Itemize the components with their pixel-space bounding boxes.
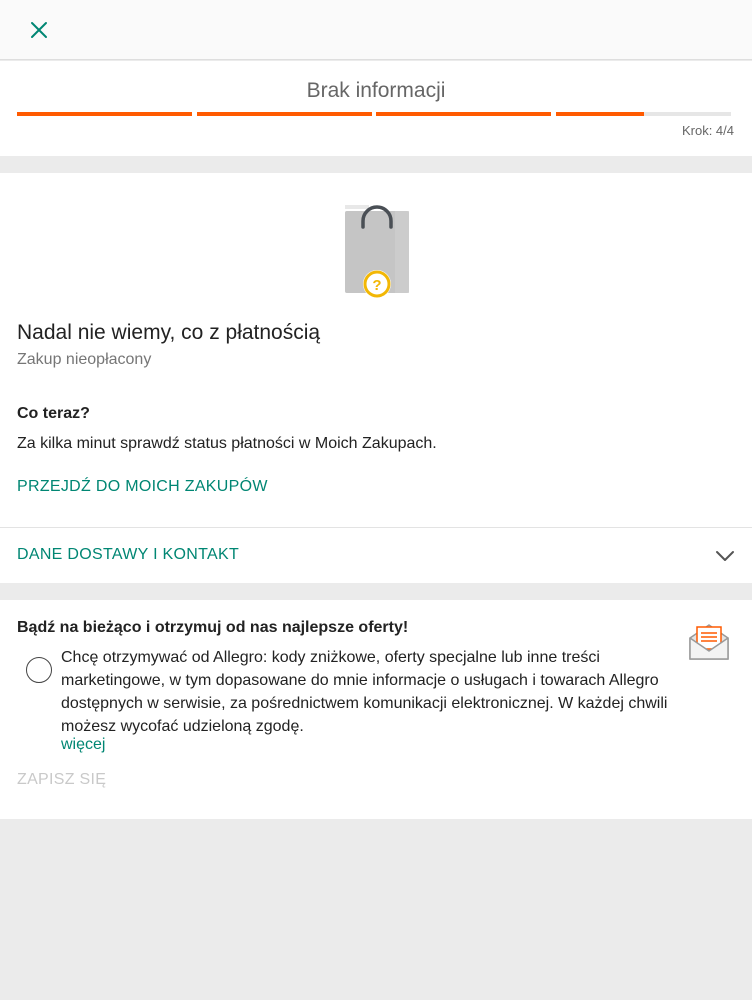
top-bar [0,0,752,60]
progress-bar-3 [376,112,551,116]
step-indicator: Krok: 4/4 [681,123,734,138]
status-title: Nadal nie wiemy, co z płatnością [17,321,321,344]
delivery-contact-label: DANE DOSTAWY I KONTAKT [17,546,240,563]
consent-text: Chcę otrzymywać od Allegro: kody zniżkow… [61,649,668,735]
consent-more-link[interactable]: więcej [61,736,105,754]
delivery-contact-toggle[interactable]: DANE DOSTAWY I KONTAKT [0,528,752,583]
shopping-bag-question-icon: ? [345,205,409,298]
close-icon [31,22,47,38]
progress-title: Brak informacji [306,79,446,102]
close-button[interactable] [22,14,56,46]
progress-section: Brak informacji Krok: 4/4 [0,61,752,156]
svg-text:?: ? [372,277,381,294]
next-steps-heading: Co teraz? [17,405,90,422]
payment-status-card: ? Nadal nie wiemy, co z płatnością Zakup… [0,173,752,583]
chevron-down-icon [716,551,734,561]
progress-bar-2 [197,112,372,116]
newsletter-card: Bądź na bieżąco i otrzymuj od nas najlep… [0,600,752,819]
progress-bar-4 [556,112,731,116]
subscribe-button[interactable]: ZAPISZ SIĘ [17,771,106,789]
newsletter-title: Bądź na bieżąco i otrzymuj od nas najlep… [17,619,409,636]
consent-checkbox[interactable] [26,657,52,683]
progress-bar-1 [17,112,192,116]
status-subtitle: Zakup nieopłacony [17,351,152,368]
envelope-icon [689,624,729,660]
my-purchases-link[interactable]: PRZEJDŹ DO MOICH ZAKUPÓW [17,478,268,496]
next-steps-text: Za kilka minut sprawdź status płatności … [17,435,437,452]
